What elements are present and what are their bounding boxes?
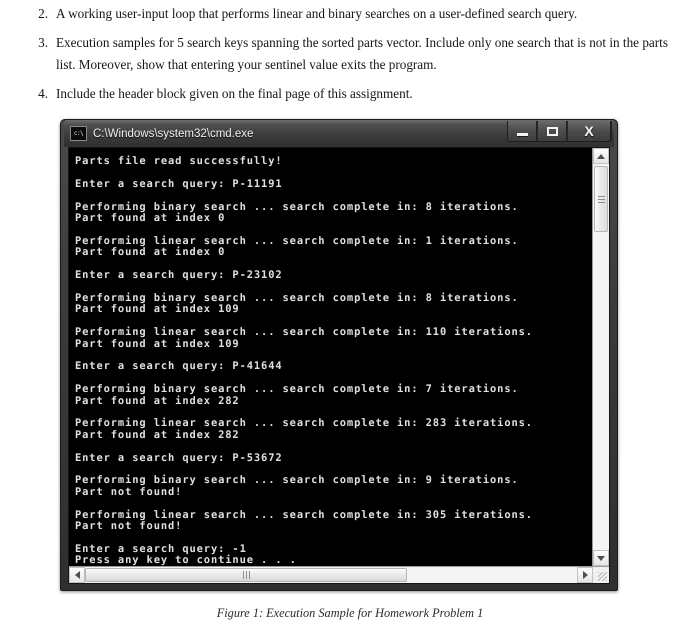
cmd-exe-icon: c:\ (70, 126, 87, 141)
list-item-number: 4. (38, 86, 48, 102)
console-line: Part found at index 109 (75, 337, 240, 350)
scroll-thumb-grip-icon (242, 571, 250, 579)
close-icon: X (584, 123, 594, 139)
console-line: Press any key to continue . . . (75, 554, 297, 566)
list-item: 3. Execution samples for 5 search keys s… (0, 32, 700, 77)
console-line: Enter a search query: P-53672 (75, 451, 283, 464)
console-line: Enter a search query: P-23102 (75, 269, 283, 282)
close-button[interactable]: X (567, 121, 611, 141)
cmd-console-window[interactable]: c:\ C:\Windows\system32\cmd.exe X Parts … (60, 119, 618, 591)
scroll-up-arrow-icon (597, 153, 605, 159)
console-line: Parts file read successfully! (75, 155, 283, 167)
horizontal-scroll-track[interactable] (85, 567, 577, 583)
horizontal-scrollbar[interactable] (69, 566, 609, 583)
window-resize-grip[interactable] (593, 567, 609, 583)
titlebar-left-group: c:\ C:\Windows\system32\cmd.exe (64, 126, 253, 141)
scroll-down-button[interactable] (593, 550, 609, 566)
scroll-right-arrow-icon (582, 571, 588, 579)
console-line: Performing binary search ... search comp… (75, 383, 519, 396)
console-line: Enter a search query: P-11191 (75, 177, 283, 190)
list-item: 2. A working user-input loop that perfor… (0, 3, 700, 26)
console-row: Parts file read successfully! Enter a se… (69, 148, 609, 566)
console-line: Part not found! (75, 520, 183, 532)
window-controls: X (507, 121, 612, 142)
scroll-left-button[interactable] (69, 567, 85, 583)
scroll-right-button[interactable] (577, 567, 593, 583)
window-client-area: Parts file read successfully! Enter a se… (68, 147, 610, 584)
list-item-text: Execution samples for 5 search keys span… (56, 34, 668, 73)
scroll-down-arrow-icon (597, 555, 605, 561)
minimize-button[interactable] (508, 121, 537, 141)
console-line: Part found at index 282 (75, 394, 240, 407)
assignment-requirements-list: 2. A working user-input loop that perfor… (0, 0, 700, 106)
scroll-left-arrow-icon (74, 571, 80, 579)
scroll-up-button[interactable] (593, 148, 609, 164)
list-item-number: 3. (38, 34, 48, 50)
figure-caption: Figure 1: Execution Sample for Homework … (216, 606, 484, 620)
maximize-icon (546, 126, 558, 136)
list-item-text: A working user-input loop that performs … (56, 6, 578, 21)
window-title: C:\Windows\system32\cmd.exe (93, 127, 254, 140)
console-output[interactable]: Parts file read successfully! Enter a se… (69, 148, 592, 566)
list-item-number: 2. (38, 6, 48, 21)
console-line: Part not found! (75, 485, 183, 498)
vertical-scrollbar[interactable] (592, 148, 609, 566)
console-line: Enter a search query: P-41644 (75, 360, 283, 373)
console-line: Part found at index 282 (75, 428, 240, 441)
console-line: Performing linear search ... search comp… (75, 326, 533, 339)
vertical-scroll-track[interactable] (593, 164, 609, 550)
cmd-icon-glyph: c:\ (73, 129, 84, 137)
list-item: 4. Include the header block given on the… (0, 83, 700, 106)
console-line: Part found at index 0 (75, 212, 226, 225)
maximize-button[interactable] (537, 121, 567, 141)
console-line: Part found at index 109 (75, 303, 240, 316)
scroll-thumb-grip-icon (597, 195, 605, 203)
console-line: Part found at index 0 (75, 246, 226, 259)
vertical-scroll-thumb[interactable] (594, 166, 608, 232)
minimize-icon (516, 132, 528, 136)
window-titlebar[interactable]: c:\ C:\Windows\system32\cmd.exe X (64, 120, 614, 147)
list-item-text: Include the header block given on the fi… (56, 86, 413, 102)
horizontal-scroll-thumb[interactable] (85, 568, 407, 582)
